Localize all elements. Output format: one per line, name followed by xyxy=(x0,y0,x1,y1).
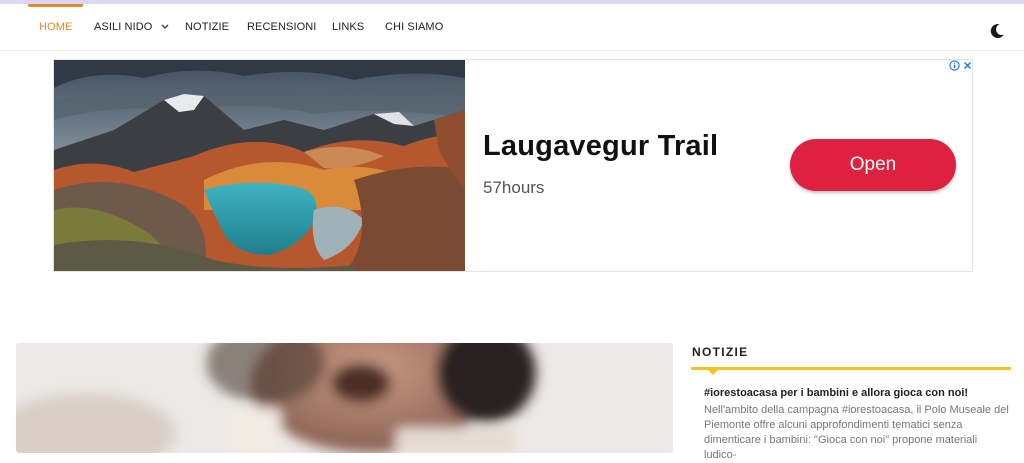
ad-info-icon[interactable] xyxy=(949,60,960,71)
main-navigation: HOME ASILI NIDO NOTIZIE RECENSIONI LINKS… xyxy=(0,4,1024,51)
nav-item-label: ASILI NIDO xyxy=(94,21,153,33)
ad-banner[interactable]: Laugavegur Trail 57hours Open xyxy=(53,59,973,272)
ad-title[interactable]: Laugavegur Trail xyxy=(483,130,718,163)
moon-icon[interactable] xyxy=(988,22,1006,40)
ad-close-icon[interactable] xyxy=(962,60,973,71)
widget-divider-arrow xyxy=(708,370,718,375)
featured-article-image[interactable] xyxy=(16,343,673,453)
nav-item-notizie[interactable]: NOTIZIE xyxy=(185,4,229,50)
nav-item-recensioni[interactable]: RECENSIONI xyxy=(247,4,316,50)
sidebar-post-excerpt: Nell'ambito della campagna #iorestoacasa… xyxy=(704,404,1009,461)
chevron-down-icon xyxy=(161,24,169,29)
nav-item-home[interactable]: HOME xyxy=(27,4,84,50)
ad-open-button[interactable]: Open xyxy=(790,139,956,191)
nav-item-asili-nido[interactable]: ASILI NIDO xyxy=(94,4,169,50)
nav-item-chi-siamo[interactable]: CHI SIAMO xyxy=(385,4,443,50)
child-photo xyxy=(16,343,673,453)
ad-advertiser[interactable]: 57hours xyxy=(483,178,544,198)
sidebar-widget-title: NOTIZIE xyxy=(692,345,749,359)
widget-divider xyxy=(691,367,1011,370)
nav-item-links[interactable]: LINKS xyxy=(332,4,364,50)
nav-item-label: HOME xyxy=(39,21,73,33)
ad-landscape-image[interactable] xyxy=(54,60,465,272)
nav-item-label: CHI SIAMO xyxy=(385,21,444,33)
sidebar-post-title[interactable]: #iorestoacasa per i bambini e allora gio… xyxy=(704,387,1004,399)
nav-item-label: LINKS xyxy=(332,21,365,33)
nav-item-label: RECENSIONI xyxy=(247,21,317,33)
nav-item-label: NOTIZIE xyxy=(185,21,230,33)
